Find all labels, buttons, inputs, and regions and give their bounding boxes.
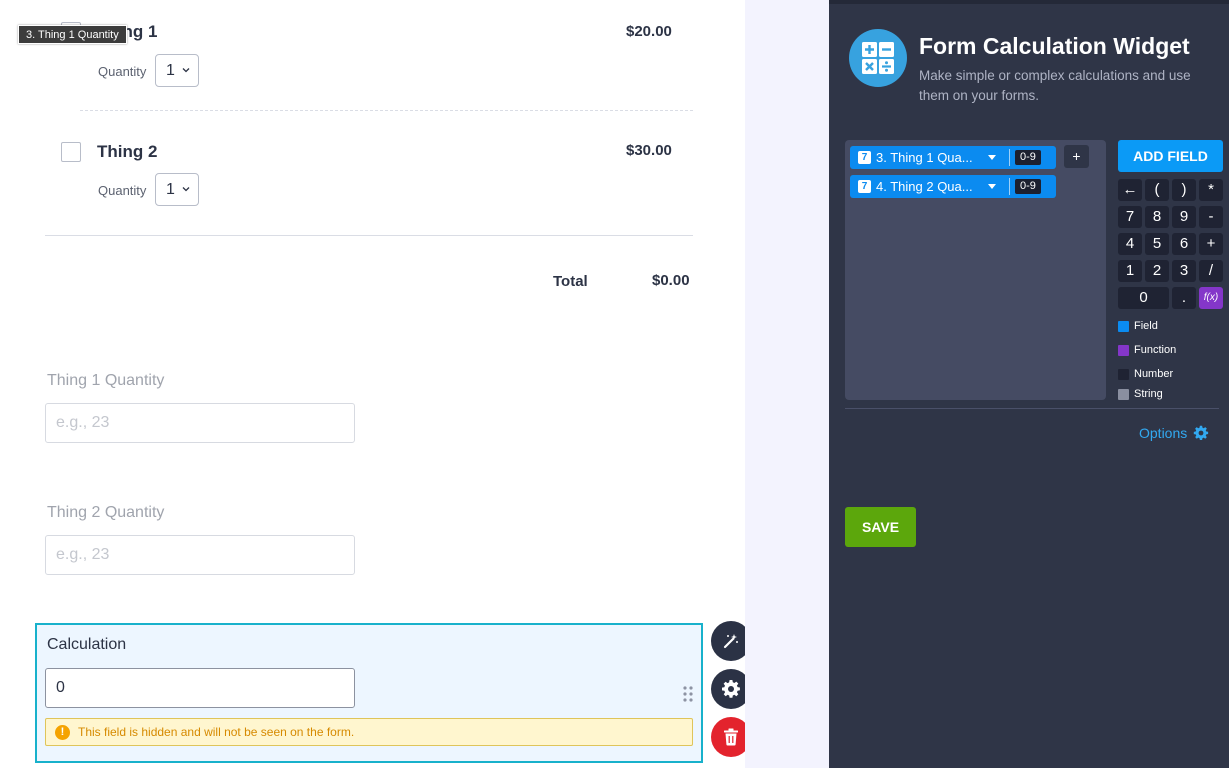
hidden-field-notice-text: This field is hidden and will not be see… <box>78 725 355 739</box>
legend-swatch-number <box>1118 369 1129 380</box>
key-0[interactable]: 0 <box>1118 287 1169 309</box>
key-open-paren[interactable]: ( <box>1145 179 1169 201</box>
calculation-label: Calculation <box>47 636 127 653</box>
legend-label: Function <box>1134 344 1177 356</box>
key-1[interactable]: 1 <box>1118 260 1142 282</box>
thing-2-checkbox[interactable] <box>61 142 81 162</box>
key-plus[interactable]: + <box>1199 233 1223 255</box>
key-divide[interactable]: / <box>1199 260 1223 282</box>
formula-editor[interactable]: 7 3. Thing 1 Qua... 0-9 + 7 4. Thing 2 Q… <box>845 140 1106 400</box>
quantity-select-thing-2[interactable]: 1 <box>155 173 199 206</box>
formula-chip-thing-1[interactable]: 7 3. Thing 1 Qua... 0-9 <box>850 146 1056 169</box>
widget-title: Form Calculation Widget <box>919 33 1190 59</box>
chip-divider <box>1009 178 1010 195</box>
number-field-icon: 7 <box>858 151 871 164</box>
drag-handle-icon[interactable] <box>682 685 694 703</box>
chevron-down-icon <box>182 68 190 73</box>
key-multiply[interactable]: * <box>1199 179 1223 201</box>
quantity-label-thing-1: Quantity <box>98 64 147 79</box>
widget-description: Make simple or complex calculations and … <box>919 68 1191 103</box>
quantity-label-thing-2: Quantity <box>98 183 147 198</box>
chevron-down-icon <box>182 187 190 192</box>
thing-1-quantity-input[interactable]: e.g., 23 <box>45 403 355 443</box>
gear-icon[interactable] <box>1193 425 1209 441</box>
quantity-value-thing-2: 1 <box>166 181 175 198</box>
calculator-icon <box>849 29 907 87</box>
caret-down-icon[interactable] <box>988 155 996 160</box>
warning-icon: ! <box>55 725 70 740</box>
legend-swatch-field <box>1118 321 1129 332</box>
key-8[interactable]: 8 <box>1145 206 1169 228</box>
calculation-input[interactable]: 0 <box>45 668 355 708</box>
chip-range-badge[interactable]: 0-9 <box>1015 179 1041 194</box>
key-5[interactable]: 5 <box>1145 233 1169 255</box>
key-6[interactable]: 6 <box>1172 233 1196 255</box>
key-7[interactable]: 7 <box>1118 206 1142 228</box>
chip-label: 3. Thing 1 Qua... <box>876 150 973 165</box>
canvas-gutter <box>745 0 829 768</box>
thing-2-quantity-input[interactable]: e.g., 23 <box>45 535 355 575</box>
gear-icon <box>722 680 740 698</box>
key-decimal[interactable]: . <box>1172 287 1196 309</box>
magic-wand-icon <box>723 634 738 649</box>
legend-swatch-string <box>1118 389 1129 400</box>
key-close-paren[interactable]: ) <box>1172 179 1196 201</box>
legend-label: Field <box>1134 320 1158 332</box>
panel-divider <box>845 408 1219 409</box>
product-price-thing-2: $30.00 <box>626 142 672 159</box>
options-link[interactable]: Options <box>1139 425 1187 441</box>
add-to-formula-button[interactable]: + <box>1064 145 1089 168</box>
legend-label: String <box>1134 388 1163 400</box>
field-tooltip: 3. Thing 1 Quantity <box>18 25 127 44</box>
calculation-field[interactable]: Calculation 0 ! This field is hidden and… <box>35 623 703 763</box>
thing-1-quantity-label: Thing 1 Quantity <box>47 372 165 389</box>
product-name-thing-2: Thing 2 <box>97 142 158 161</box>
quantity-select-thing-1[interactable]: 1 <box>155 54 199 87</box>
widget-settings-panel: Form Calculation Widget Make simple or c… <box>829 0 1229 768</box>
panel-top-border <box>829 0 1229 4</box>
add-field-button[interactable]: ADD FIELD <box>1118 140 1223 172</box>
formula-chip-thing-2[interactable]: 7 4. Thing 2 Qua... 0-9 <box>850 175 1056 198</box>
key-backspace[interactable]: ← <box>1118 179 1142 201</box>
legend-label: Number <box>1134 368 1174 380</box>
thing-2-quantity-label: Thing 2 Quantity <box>47 504 165 521</box>
legend-swatch-function <box>1118 345 1129 356</box>
chip-label: 4. Thing 2 Qua... <box>876 179 973 194</box>
caret-down-icon[interactable] <box>988 184 996 189</box>
key-function[interactable]: f(x) <box>1199 287 1223 309</box>
form-canvas: Thing 1 $20.00 Quantity 1 3. Thing 1 Qua… <box>0 0 751 768</box>
product-divider <box>80 110 693 111</box>
product-price-thing-1: $20.00 <box>626 23 672 40</box>
total-divider <box>45 235 693 236</box>
number-field-icon: 7 <box>858 180 871 193</box>
total-label: Total <box>553 273 588 290</box>
chip-divider <box>1009 149 1010 166</box>
quantity-value-thing-1: 1 <box>166 62 175 79</box>
hidden-field-notice: ! This field is hidden and will not be s… <box>45 718 693 746</box>
key-minus[interactable]: - <box>1199 206 1223 228</box>
key-3[interactable]: 3 <box>1172 260 1196 282</box>
key-2[interactable]: 2 <box>1145 260 1169 282</box>
key-9[interactable]: 9 <box>1172 206 1196 228</box>
total-value: $0.00 <box>652 272 690 289</box>
chip-range-badge[interactable]: 0-9 <box>1015 150 1041 165</box>
key-4[interactable]: 4 <box>1118 233 1142 255</box>
trash-icon <box>724 728 738 746</box>
save-button[interactable]: SAVE <box>845 507 916 547</box>
